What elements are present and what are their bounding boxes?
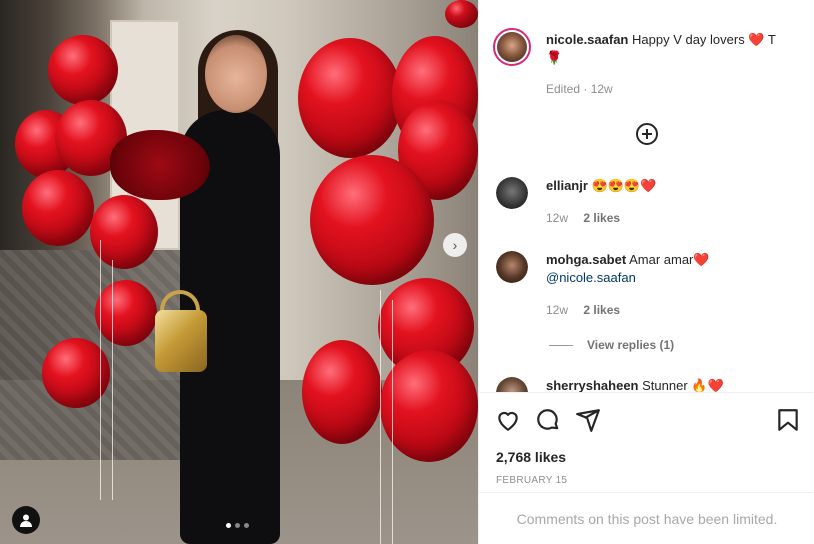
person-face: [205, 35, 267, 113]
post-photo[interactable]: ›: [0, 0, 478, 544]
gold-handbag: [155, 310, 207, 372]
heart-icon[interactable]: [495, 407, 521, 433]
comment-meta: 12w 2 likes: [546, 303, 620, 317]
commenter-avatar[interactable]: [496, 177, 528, 209]
author-avatar[interactable]: [493, 28, 531, 66]
comment-likes[interactable]: 2 likes: [583, 211, 620, 225]
add-circle-icon[interactable]: [635, 122, 659, 146]
comment-time[interactable]: 12w: [546, 303, 568, 317]
comment-text: 😍😍😍❤️: [591, 178, 657, 193]
comment-username[interactable]: mohga.sabet: [546, 252, 626, 267]
post-actions: 2,768 likes FEBRUARY 15: [479, 392, 814, 492]
balloon: [380, 350, 478, 462]
comment-likes[interactable]: 2 likes: [583, 303, 620, 317]
balloon: [310, 155, 434, 285]
view-replies-label: View replies (1): [587, 338, 675, 352]
balloon: [48, 35, 118, 105]
commenter-avatar[interactable]: [496, 251, 528, 283]
carousel-dots: [226, 523, 249, 528]
post-caption: nicole.saafan Happy V day lovers ❤️ T 🌹: [546, 31, 796, 67]
comment-username[interactable]: sherryshaheen: [546, 378, 639, 392]
carousel-dot: [235, 523, 240, 528]
comments-limited-notice: Comments on this post have been limited.: [479, 492, 814, 544]
comment-text: Amar amar❤️: [629, 252, 710, 267]
comment: sherryshaheen Stunner 🔥❤️: [546, 377, 786, 392]
balloon: [302, 340, 382, 444]
balloon: [22, 170, 94, 246]
comment-text: Stunner 🔥❤️: [642, 378, 724, 392]
balloon-string: [100, 240, 101, 500]
comment: ellianjr 😍😍😍❤️: [546, 177, 786, 195]
carousel-dot: [244, 523, 249, 528]
commenter-avatar[interactable]: [496, 377, 528, 392]
comment-username[interactable]: ellianjr: [546, 178, 588, 193]
bookmark-icon[interactable]: [775, 407, 801, 433]
carousel-dot: [226, 523, 231, 528]
comment-icon[interactable]: [535, 407, 561, 433]
comment-mention[interactable]: @nicole.saafan: [546, 270, 636, 285]
comment-meta: 12w 2 likes: [546, 211, 620, 225]
likes-count[interactable]: 2,768 likes: [496, 449, 566, 465]
comment-time[interactable]: 12w: [546, 211, 568, 225]
post-side-panel: nicole.saafan Happy V day lovers ❤️ T 🌹 …: [478, 0, 814, 544]
share-icon[interactable]: [575, 407, 601, 433]
replies-divider: [549, 344, 573, 346]
balloon: [445, 0, 478, 28]
rose-bouquet: [110, 130, 210, 200]
comment: mohga.sabet Amar amar❤️ @nicole.saafan: [546, 251, 786, 287]
balloon-string: [112, 260, 113, 500]
balloon: [298, 38, 402, 158]
post-date[interactable]: FEBRUARY 15: [496, 475, 567, 486]
caption-meta: Edited · 12w: [546, 82, 613, 96]
balloon: [95, 280, 157, 346]
balloon-string: [380, 290, 381, 544]
edited-label: Edited: [546, 82, 581, 96]
user-tag-icon[interactable]: [12, 506, 40, 534]
comments-list[interactable]: nicole.saafan Happy V day lovers ❤️ T 🌹 …: [479, 0, 814, 392]
caption-username[interactable]: nicole.saafan: [546, 32, 628, 47]
view-replies-button[interactable]: View replies (1): [549, 338, 674, 352]
caption-time[interactable]: 12w: [591, 82, 613, 96]
balloon-string: [392, 300, 393, 544]
next-arrow-icon[interactable]: ›: [443, 233, 467, 257]
